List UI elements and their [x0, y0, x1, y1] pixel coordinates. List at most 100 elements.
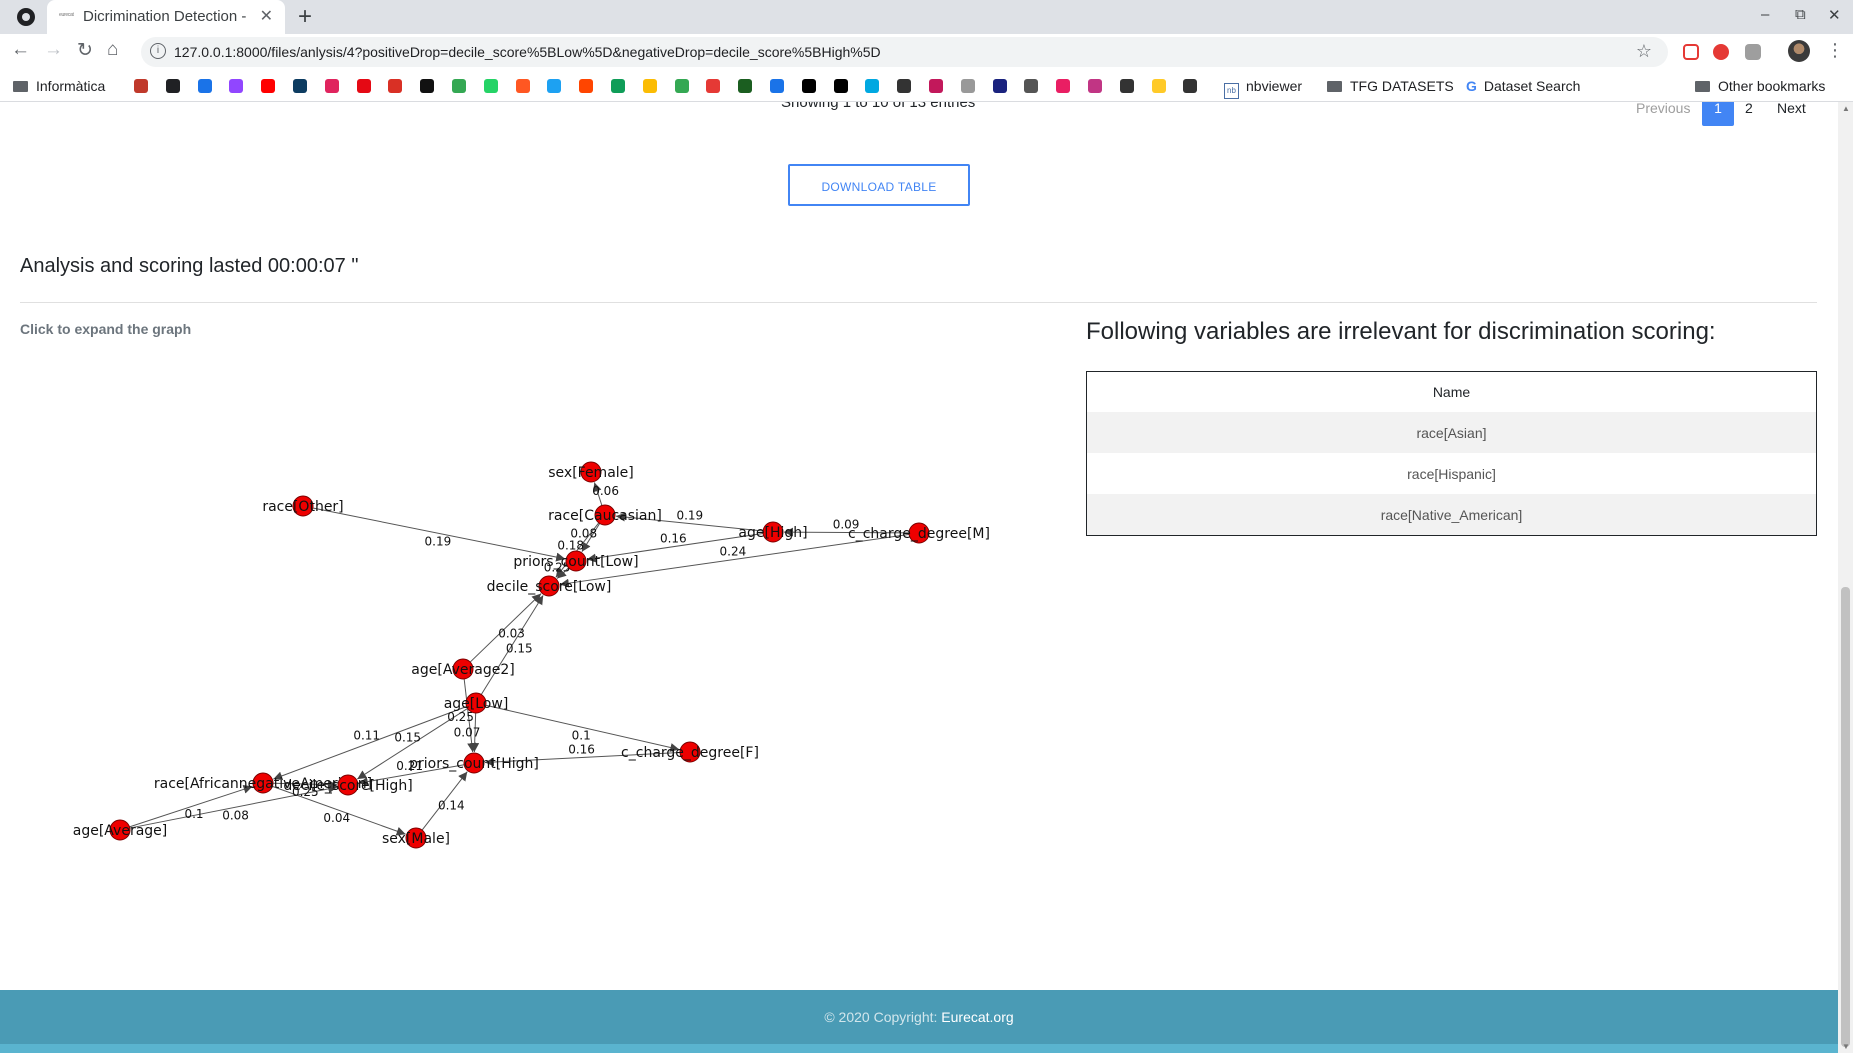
edge-weight-label: 0.07 [454, 726, 481, 740]
home-icon[interactable]: ⌂ [107, 39, 118, 61]
folder-icon [1695, 81, 1710, 92]
bookmark-favicon-icon[interactable] [357, 79, 371, 93]
bookmark-favicon-icon[interactable] [643, 79, 657, 93]
table-info-text: Showing 1 to 10 of 13 entries [781, 102, 976, 111]
bookmark-favicon-icon[interactable] [1120, 79, 1134, 93]
bookmark-favicon-icon[interactable] [420, 79, 434, 93]
google-icon: G [1466, 78, 1477, 94]
discrimination-graph[interactable]: 0.190.060.080.180.190.160.090.240.250.03… [0, 392, 1040, 1012]
edge-weight-label: 0.14 [438, 798, 465, 812]
scrollbar-thumb[interactable] [1841, 587, 1850, 1047]
bookmark-nbviewer[interactable]: nb nbviewer [1224, 78, 1302, 99]
edge-weight-label: 0.06 [592, 484, 619, 498]
bookmark-folder-informatica[interactable]: Informàtica [13, 78, 105, 94]
bookmark-favicon-icon[interactable] [865, 79, 879, 93]
bookmark-favicon-icon[interactable] [993, 79, 1007, 93]
graph-node-label: decile_score[High] [283, 778, 412, 794]
browser-tab[interactable]: eurecat Dicrimination Detection - ✕ [47, 0, 285, 34]
back-arrow-icon[interactable]: ← [11, 39, 30, 61]
bookmark-favicon-icon[interactable] [738, 79, 752, 93]
edge-weight-label: 0.1 [572, 728, 591, 742]
footer-eurecat-link[interactable]: Eurecat.org [941, 1009, 1013, 1025]
scroll-down-arrow-icon[interactable]: ▼ [1842, 1042, 1850, 1051]
pagination-page-1[interactable]: 1 [1702, 102, 1734, 126]
bookmark-favicon-icon[interactable] [834, 79, 848, 93]
bookmark-star-icon[interactable]: ☆ [1636, 41, 1652, 62]
table-row: race[Asian] [1086, 412, 1817, 453]
bookmark-favicon-icon[interactable] [706, 79, 720, 93]
graph-node-label: c_charge_degree[M] [848, 526, 990, 542]
bookmark-favicon-icon[interactable] [198, 79, 212, 93]
minimize-button[interactable]: – [1761, 6, 1769, 23]
bookmark-favicon-icon[interactable] [1088, 79, 1102, 93]
column-header-name[interactable]: Name [1087, 372, 1817, 413]
new-tab-button[interactable]: + [298, 3, 312, 31]
bookmark-favicon-icon[interactable] [1056, 79, 1070, 93]
irrelevant-variables-title: Following variables are irrelevant for d… [1086, 318, 1716, 345]
page-scrollbar[interactable]: ▲ ▼ [1838, 102, 1853, 1053]
bookmark-dataset-search[interactable]: G Dataset Search [1466, 78, 1580, 94]
url-text[interactable]: 127.0.0.1:8000/files/anlysis/4?positiveD… [174, 44, 881, 60]
close-tab-icon[interactable]: ✕ [260, 6, 273, 26]
bookmark-favicon-icon[interactable] [388, 79, 402, 93]
bookmark-favicon-icon[interactable] [579, 79, 593, 93]
bookmark-favicon-icon[interactable] [1183, 79, 1197, 93]
bookmark-favicon-icon[interactable] [484, 79, 498, 93]
folder-icon [1327, 81, 1342, 92]
bookmark-favicon-icon[interactable] [261, 79, 275, 93]
bookmark-favicon-icon[interactable] [452, 79, 466, 93]
download-table-button[interactable]: DOWNLOAD TABLE [788, 164, 970, 206]
bookmark-favicon-icon[interactable] [229, 79, 243, 93]
extension-icon[interactable] [1683, 44, 1699, 60]
bookmark-favicon-icon[interactable] [325, 79, 339, 93]
edge-weight-label: 0.18 [557, 539, 584, 553]
eurecat-favicon-icon: eurecat [59, 12, 74, 18]
bookmark-favicon-icon[interactable] [547, 79, 561, 93]
edge-weight-label: 0.03 [498, 626, 525, 640]
opera-extension-icon[interactable] [1713, 44, 1729, 60]
bookmark-favicon-icon[interactable] [961, 79, 975, 93]
reload-icon[interactable]: ↻ [77, 39, 93, 62]
menu-kebab-icon[interactable]: ⋮ [1826, 40, 1844, 61]
bookmark-favicon-icon[interactable] [166, 79, 180, 93]
pagination-previous[interactable]: Previous [1636, 102, 1690, 116]
pagination-next[interactable]: Next [1777, 102, 1806, 116]
graph-node-label: age[High] [738, 525, 807, 541]
edge-weight-label: 0.04 [323, 811, 350, 825]
bookmark-favicon-icon[interactable] [770, 79, 784, 93]
bookmark-favicon-icon[interactable] [134, 79, 148, 93]
graph-node-label: age[Average2] [411, 662, 514, 678]
bookmark-favicon-icon[interactable] [293, 79, 307, 93]
graph-node-label: sex[Male] [382, 831, 450, 847]
table-row: race[Hispanic] [1087, 453, 1817, 494]
bookmark-favicon-icon[interactable] [929, 79, 943, 93]
table-header-row: Name [1087, 372, 1817, 413]
profile-avatar[interactable] [1788, 40, 1810, 62]
extension-icon[interactable] [1745, 44, 1761, 60]
bookmark-favicon-icon[interactable] [1024, 79, 1038, 93]
bookmark-favicon-icon[interactable] [1152, 79, 1166, 93]
scroll-up-arrow-icon[interactable]: ▲ [1842, 104, 1850, 113]
footer: © 2020 Copyright: Eurecat.org [0, 990, 1838, 1044]
bookmark-favicon-icon[interactable] [897, 79, 911, 93]
bookmark-favicon-icon[interactable] [675, 79, 689, 93]
bookmark-favicon-icon[interactable] [611, 79, 625, 93]
analysis-duration-text: Analysis and scoring lasted 00:00:07 " [20, 255, 359, 277]
bookmark-folder-other[interactable]: Other bookmarks [1695, 78, 1825, 94]
bookmark-folder-tfg[interactable]: TFG DATASETS [1327, 78, 1454, 94]
tab-strip: eurecat Dicrimination Detection - ✕ + – … [0, 0, 1853, 34]
maximize-button[interactable]: ⧉ [1795, 6, 1806, 23]
pagination-page-2[interactable]: 2 [1745, 102, 1753, 116]
site-info-icon[interactable]: i [150, 43, 166, 59]
bookmark-favicon-icon[interactable] [516, 79, 530, 93]
address-bar[interactable]: i 127.0.0.1:8000/files/anlysis/4?positiv… [141, 37, 1668, 67]
graph-node-label: decile_score[Low] [487, 579, 612, 595]
page-content: Showing 1 to 10 of 13 entries Previous 1… [0, 102, 1838, 1053]
close-window-button[interactable]: ✕ [1828, 6, 1841, 24]
edge-weight-label: 0.16 [660, 532, 687, 546]
github-icon[interactable] [17, 8, 35, 26]
forward-arrow-icon[interactable]: → [44, 39, 63, 61]
edge-weight-label: 0.15 [506, 642, 533, 656]
bookmark-favicon-icon[interactable] [802, 79, 816, 93]
expand-graph-link[interactable]: Click to expand the graph [20, 321, 191, 337]
